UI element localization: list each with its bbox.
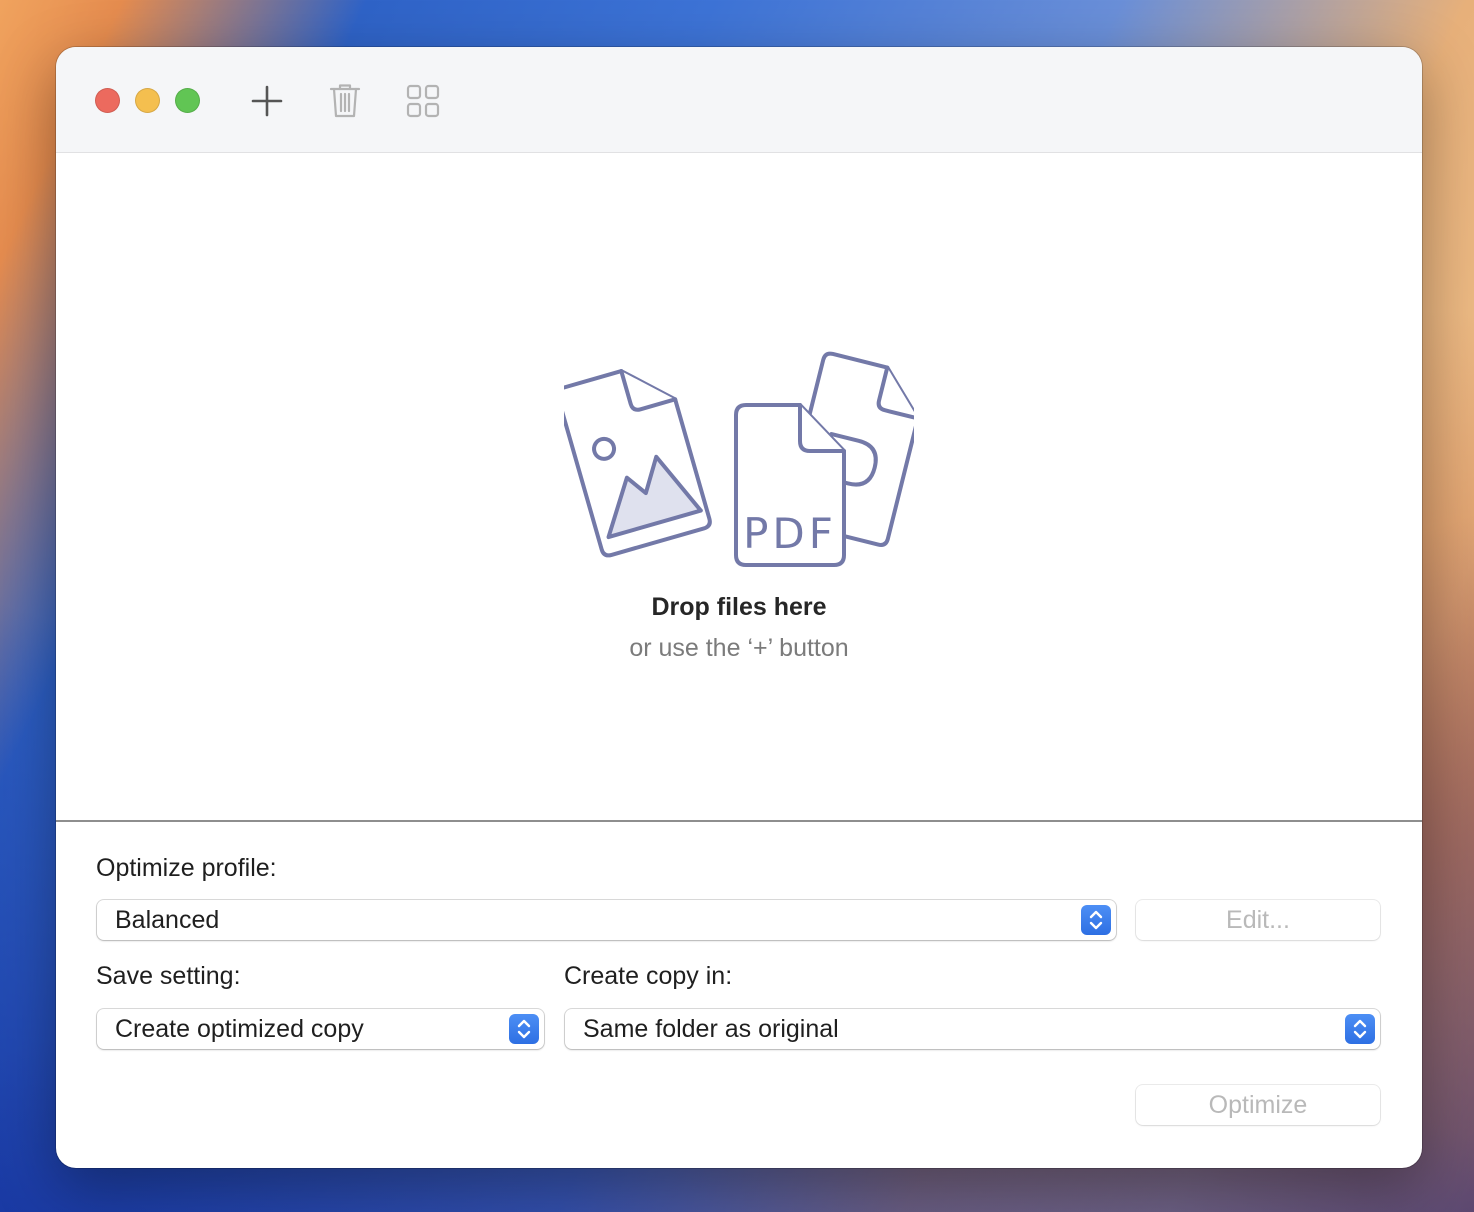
zoom-button[interactable] <box>175 88 200 113</box>
close-button[interactable] <box>95 88 120 113</box>
popup-arrows-icon <box>1345 1014 1375 1044</box>
save-setting-label: Save setting: <box>96 962 241 991</box>
optimize-profile-value: Balanced <box>115 906 219 935</box>
save-setting-value: Create optimized copy <box>115 1015 364 1044</box>
drop-title: Drop files here <box>56 593 1422 622</box>
create-copy-in-popup[interactable]: Same folder as original <box>565 1009 1380 1049</box>
save-setting-popup[interactable]: Create optimized copy <box>97 1009 544 1049</box>
popup-arrows-icon <box>1081 905 1111 935</box>
popup-arrows-icon <box>509 1014 539 1044</box>
delete-button[interactable] <box>323 79 367 123</box>
trash-icon <box>328 82 362 120</box>
grid-view-icon <box>406 84 440 118</box>
file-drop-zone[interactable]: PDF Drop files here or use the ‘+’ butto… <box>56 153 1422 820</box>
optimize-profile-label: Optimize profile: <box>96 854 277 883</box>
plus-icon <box>250 84 284 118</box>
create-copy-in-value: Same folder as original <box>583 1015 839 1044</box>
pdf-label: PDF <box>743 509 837 558</box>
minimize-button[interactable] <box>135 88 160 113</box>
section-divider <box>56 820 1422 822</box>
drop-subtitle: or use the ‘+’ button <box>56 634 1422 663</box>
files-illustration-icon: PDF <box>564 349 914 574</box>
optimize-button[interactable]: Optimize <box>1136 1085 1380 1125</box>
optimize-profile-popup[interactable]: Balanced <box>97 900 1116 940</box>
create-copy-in-label: Create copy in: <box>564 962 732 991</box>
grid-view-button[interactable] <box>401 79 445 123</box>
titlebar <box>56 47 1422 153</box>
edit-profile-button[interactable]: Edit... <box>1136 900 1380 940</box>
add-files-button[interactable] <box>245 79 289 123</box>
app-window: PDF Drop files here or use the ‘+’ butto… <box>56 47 1422 1168</box>
